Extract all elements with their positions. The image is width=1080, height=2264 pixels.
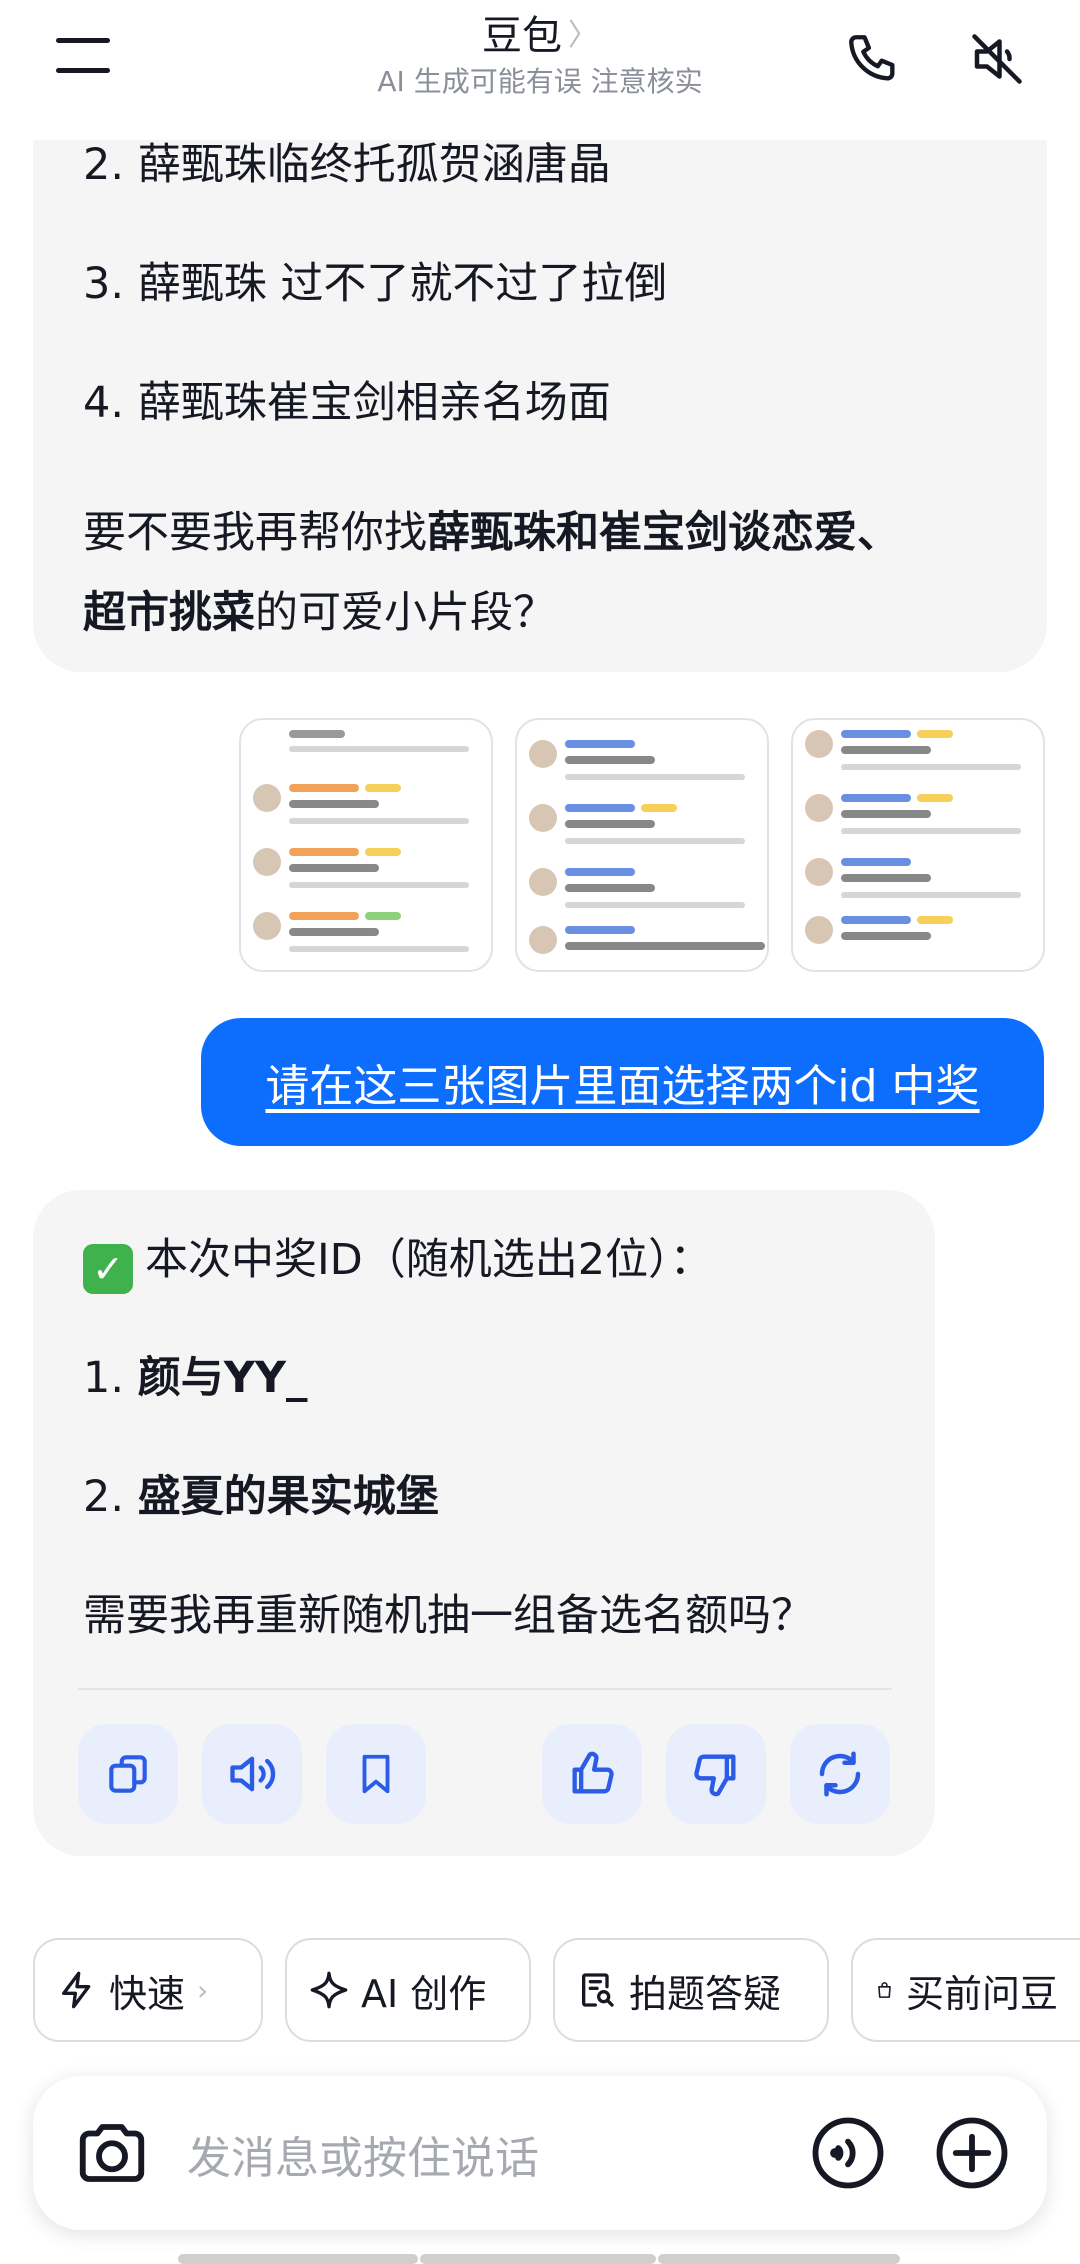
chevron-right-icon: ›	[197, 1973, 209, 2007]
winner-heading: ✓ 本次中奖ID（随机选出2位）：	[83, 1231, 713, 1294]
attached-image-3[interactable]	[791, 718, 1045, 972]
list-index: 2.	[83, 1472, 125, 1522]
sparkle-icon	[310, 1971, 348, 2009]
comment-row-preview	[805, 852, 1031, 912]
user-message[interactable]: 请在这三张图片里面选择两个id 中奖	[201, 1018, 1044, 1146]
divider	[78, 1688, 892, 1690]
like-button[interactable]	[542, 1724, 642, 1824]
list-index: 1.	[83, 1353, 125, 1403]
message-input-bar: 发消息或按住说话	[33, 2076, 1047, 2230]
menu-icon-bar	[56, 38, 110, 43]
winner-heading-text: 本次中奖ID（随机选出2位）：	[145, 1235, 713, 1285]
lightning-icon	[62, 1971, 91, 2009]
scan-question-icon	[582, 1973, 614, 2007]
read-aloud-button[interactable]	[202, 1724, 302, 1824]
attached-image-2[interactable]	[515, 718, 769, 972]
chip-ai-creation[interactable]: AI 创作	[285, 1938, 531, 2042]
assistant-message: 2. 薛甄珠临终托孤贺涵唐晶 3. 薛甄珠 过不了就不过了拉倒 4. 薛甄珠崔宝…	[33, 100, 1047, 672]
comment-row-preview	[253, 906, 479, 966]
shopping-bag-icon	[878, 1982, 891, 1998]
menu-button[interactable]	[50, 32, 116, 80]
menu-icon-bar	[56, 68, 110, 73]
winner-id: 盛夏的果实城堡	[137, 1472, 439, 1522]
scroll-indicator	[420, 2254, 656, 2264]
title-area[interactable]: 豆包 〉 AI 生成可能有误 注意核实	[240, 10, 840, 100]
camera-icon	[79, 2124, 145, 2182]
speaker-muted-icon	[972, 34, 1022, 84]
chip-ask-before-buy[interactable]: 买前问豆	[851, 1938, 1080, 2042]
closing-suffix: 的可爱小片段？	[255, 588, 556, 638]
page-title[interactable]: 豆包 〉	[482, 10, 598, 62]
thumbs-down-icon	[694, 1754, 736, 1797]
plus-circle-icon	[936, 2117, 1008, 2189]
voice-call-button[interactable]	[809, 2114, 887, 2196]
list-item: 2. 薛甄珠临终托孤贺涵唐晶	[83, 140, 611, 190]
chip-label: 拍题答疑	[629, 1971, 782, 2016]
list-item: 3. 薛甄珠 过不了就不过了拉倒	[83, 259, 668, 309]
scroll-indicator	[658, 2254, 900, 2264]
comment-row-preview	[805, 724, 1031, 784]
comment-row-preview	[529, 734, 755, 794]
chip-label: 买前问豆	[905, 1971, 1058, 2016]
mute-toggle-button[interactable]	[962, 24, 1032, 94]
chevron-right-icon: 〉	[568, 18, 598, 53]
user-message-text: 请在这三张图片里面选择两个id 中奖	[265, 1061, 980, 1112]
speaker-icon	[230, 1756, 276, 1792]
app-header: 豆包 〉 AI 生成可能有误 注意核实	[0, 0, 1080, 140]
chip-label: 快速	[109, 1971, 186, 2016]
bookmark-icon	[362, 1754, 390, 1794]
comment-row-preview	[253, 778, 479, 838]
chip-photo-question[interactable]: 拍题答疑	[553, 1938, 829, 2042]
bot-name: 豆包	[482, 13, 562, 59]
comment-row-preview	[253, 842, 479, 902]
comment-row-preview	[805, 788, 1031, 848]
closing-bold-1: 薛甄珠和崔宝剑谈恋爱、	[427, 508, 900, 558]
winner-item: 2. 盛夏的果实城堡	[83, 1468, 439, 1526]
camera-button[interactable]	[73, 2114, 151, 2196]
refresh-icon	[819, 1751, 861, 1797]
thumbs-up-icon	[572, 1751, 614, 1794]
scroll-indicator	[178, 2254, 418, 2264]
attached-image-1[interactable]	[239, 718, 493, 972]
comment-row-preview	[529, 798, 755, 858]
comment-row-preview	[529, 862, 755, 922]
message-input[interactable]: 发消息或按住说话	[187, 2122, 539, 2186]
winner-item: 1. 颜与YY_	[83, 1349, 307, 1407]
phone-icon	[849, 35, 895, 81]
add-attachment-button[interactable]	[933, 2114, 1011, 2196]
voice-wave-icon	[812, 2117, 884, 2189]
comment-row-preview	[529, 920, 765, 970]
check-mark-icon: ✓	[83, 1244, 133, 1294]
comment-row-preview	[253, 724, 479, 784]
regenerate-button[interactable]	[790, 1724, 890, 1824]
closing-prefix: 要不要我再帮你找	[83, 508, 427, 558]
copy-button[interactable]	[78, 1724, 178, 1824]
follow-up-question: 需要我再重新随机抽一组备选名额吗？	[83, 1591, 814, 1641]
copy-icon	[109, 1755, 147, 1793]
winner-id: 颜与YY_	[137, 1353, 308, 1403]
chip-fast-mode[interactable]: 快速 ›	[33, 1938, 263, 2042]
phone-call-button[interactable]	[838, 24, 908, 94]
ai-disclaimer: AI 生成可能有误 注意核实	[377, 65, 703, 98]
closing-question: 要不要我再帮你找薛甄珠和崔宝剑谈恋爱、超市挑菜的可爱小片段？	[83, 493, 1003, 653]
chip-label: AI 创作	[361, 1971, 487, 2016]
comment-row-preview	[805, 910, 1031, 970]
list-item: 4. 薛甄珠崔宝剑相亲名场面	[83, 378, 611, 428]
bookmark-button[interactable]	[326, 1724, 426, 1824]
dislike-button[interactable]	[666, 1724, 766, 1824]
closing-bold-2: 超市挑菜	[83, 588, 255, 638]
